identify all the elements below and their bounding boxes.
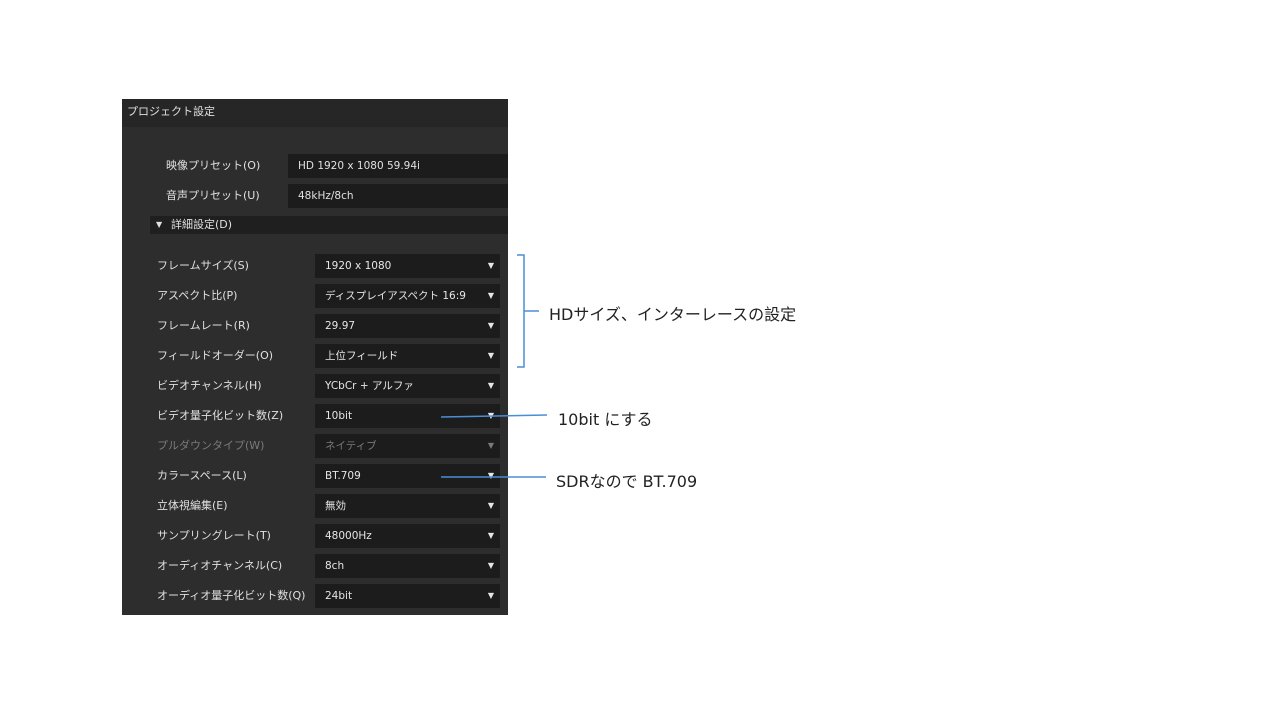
annotation-overlay	[440, 254, 548, 478]
bracket-line	[517, 254, 525, 368]
bit10-pointer-line	[440, 414, 548, 418]
annotation-10bit: 10bit にする	[558, 410, 653, 429]
annotation-sdr: SDRなので BT.709	[556, 472, 698, 491]
annotation-hd-interlace: HDサイズ、インターレースの設定	[549, 305, 797, 324]
